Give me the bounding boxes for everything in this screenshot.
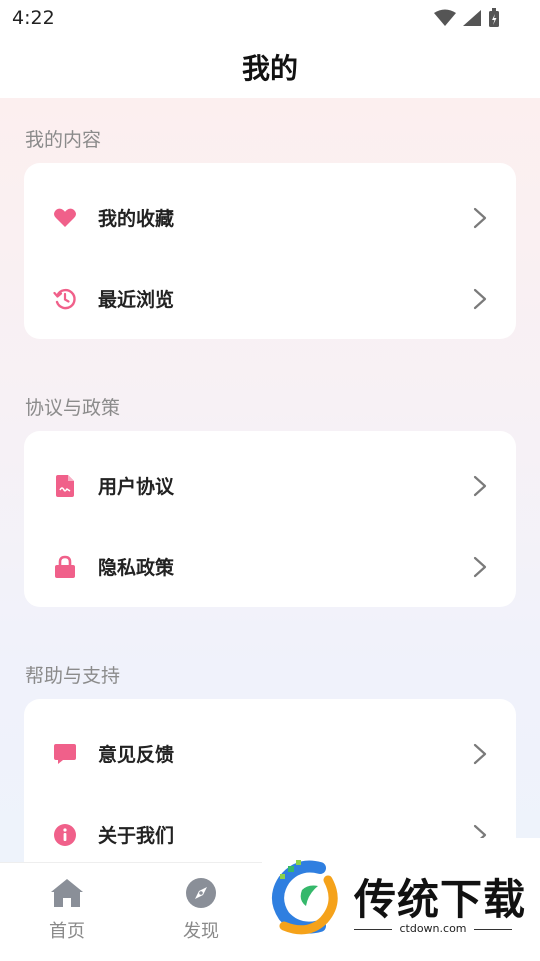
signal-icon — [463, 10, 481, 26]
section-title-my-content: 我的内容 — [25, 129, 102, 151]
status-icons — [434, 8, 500, 28]
watermark-url: ctdown.com — [354, 922, 512, 935]
info-icon — [53, 823, 77, 847]
menu-item-user-agreement[interactable]: 用户协议 — [24, 445, 516, 526]
home-icon — [51, 879, 83, 907]
watermark-logo-icon — [272, 860, 338, 935]
menu-item-privacy-policy[interactable]: 隐私政策 — [24, 526, 516, 607]
menu-item-label: 关于我们 — [98, 825, 175, 847]
lock-icon — [53, 555, 77, 579]
nav-item-home[interactable]: 首页 — [27, 877, 107, 943]
page-title: 我的 — [241, 52, 298, 85]
feedback-icon — [53, 742, 77, 766]
watermark-logo: 传统下载 ctdown.com — [262, 838, 540, 960]
menu-item-label: 最近浏览 — [98, 289, 175, 311]
document-icon — [53, 474, 77, 498]
menu-item-recent[interactable]: 最近浏览 — [24, 258, 516, 339]
chevron-right-icon — [473, 475, 487, 496]
heart-icon — [53, 206, 77, 230]
menu-item-label: 我的收藏 — [98, 208, 175, 230]
menu-item-label: 隐私政策 — [98, 557, 175, 579]
content-area[interactable]: 我的内容 我的收藏 最近浏览 协议与政策 用户协议 隐私政策 帮助与支持 意见反… — [0, 98, 540, 862]
battery-icon — [489, 8, 499, 27]
menu-item-label: 用户协议 — [98, 476, 175, 498]
chevron-right-icon — [473, 743, 487, 764]
status-bar: 4:22 — [0, 0, 540, 36]
chevron-right-icon — [473, 288, 487, 309]
wifi-icon — [434, 9, 456, 26]
section-title-help: 帮助与支持 — [25, 665, 121, 687]
history-icon — [53, 287, 77, 311]
card-policies: 用户协议 隐私政策 — [24, 431, 516, 607]
menu-item-feedback[interactable]: 意见反馈 — [24, 713, 516, 794]
compass-icon — [186, 878, 216, 908]
chevron-right-icon — [473, 207, 487, 228]
menu-item-favorites[interactable]: 我的收藏 — [24, 177, 516, 258]
watermark-text: 传统下载 — [354, 875, 527, 924]
nav-item-discover[interactable]: 发现 — [161, 877, 241, 943]
nav-label: 发现 — [183, 921, 219, 942]
menu-item-label: 意见反馈 — [98, 744, 175, 766]
chevron-right-icon — [473, 556, 487, 577]
section-title-policies: 协议与政策 — [25, 397, 121, 419]
card-my-content: 我的收藏 最近浏览 — [24, 163, 516, 339]
status-time: 4:22 — [12, 7, 55, 29]
page-header: 我的 — [0, 36, 540, 98]
nav-label: 首页 — [49, 921, 85, 942]
